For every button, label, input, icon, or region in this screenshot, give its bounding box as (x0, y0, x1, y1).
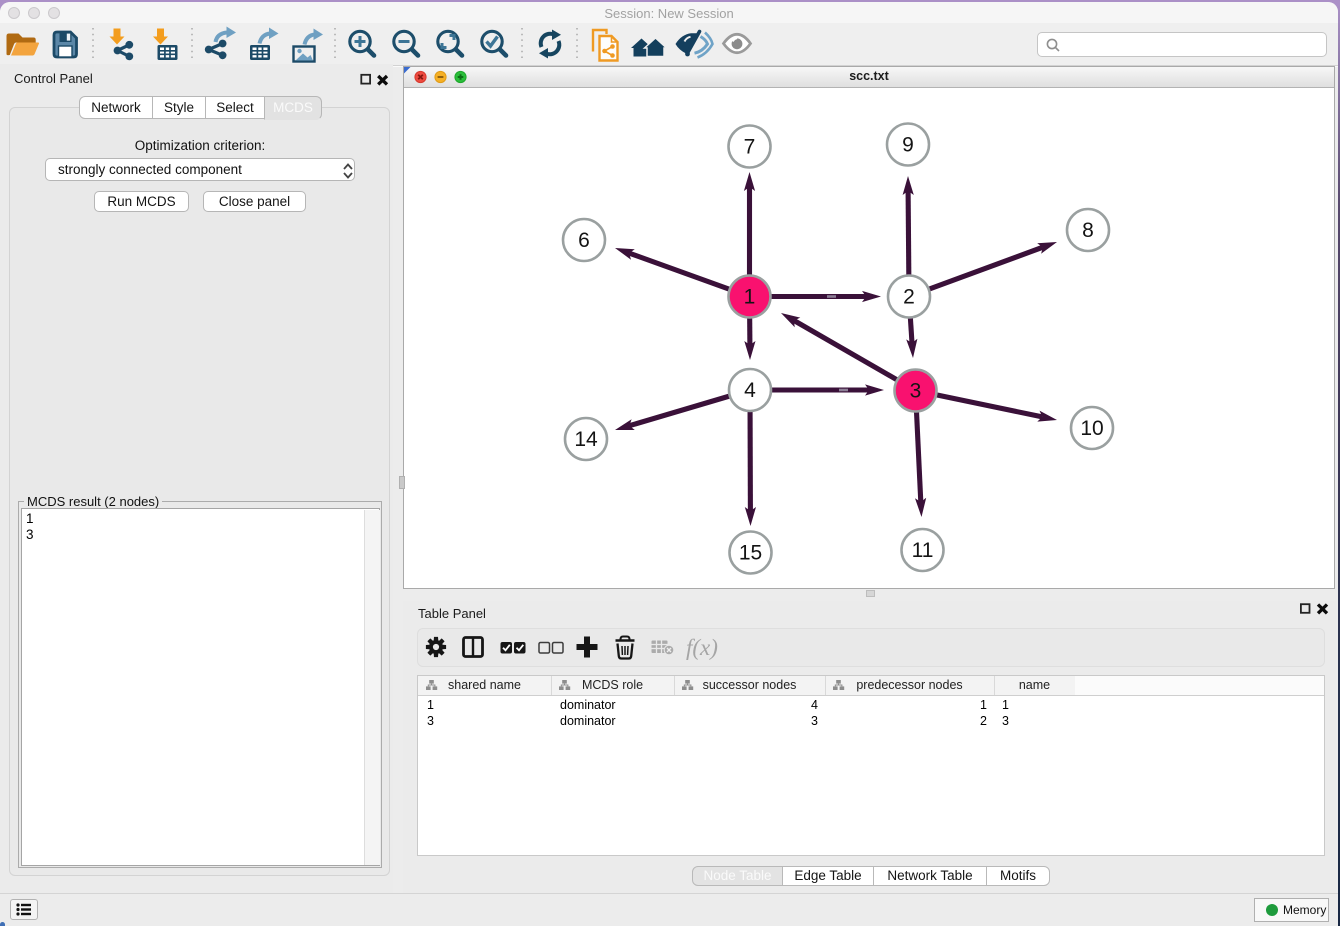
svg-text:14: 14 (574, 428, 598, 451)
svg-text:15: 15 (739, 542, 762, 565)
svg-text:7: 7 (744, 136, 756, 159)
svg-text:3: 3 (910, 380, 922, 403)
svg-text:2: 2 (903, 286, 915, 309)
svg-text:8: 8 (1082, 219, 1094, 242)
svg-text:6: 6 (578, 229, 590, 252)
svg-text:10: 10 (1080, 417, 1103, 440)
svg-text:11: 11 (912, 539, 934, 562)
svg-text:9: 9 (902, 134, 914, 157)
svg-text:f(x): f(x) (686, 635, 718, 660)
svg-text:1: 1 (744, 286, 756, 309)
svg-text:4: 4 (744, 379, 756, 402)
